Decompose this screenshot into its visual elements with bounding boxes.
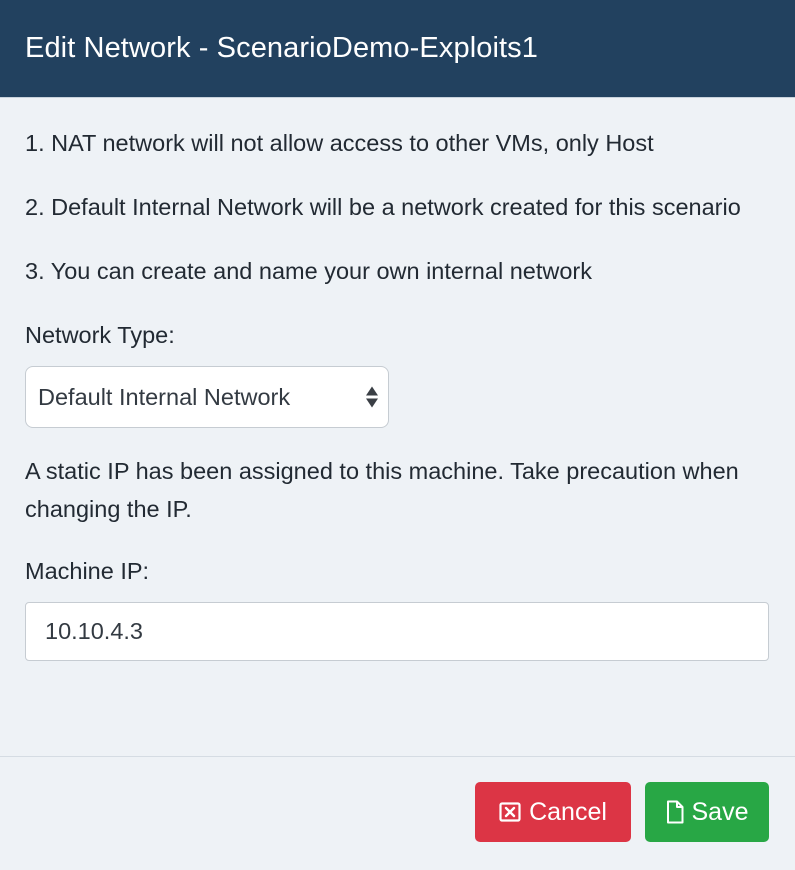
edit-network-modal: Edit Network - ScenarioDemo-Exploits1 1.… (0, 0, 795, 870)
modal-footer: Cancel Save (0, 756, 795, 870)
cancel-button[interactable]: Cancel (475, 782, 631, 842)
network-type-label: Network Type: (25, 322, 175, 348)
close-box-icon (499, 801, 521, 823)
save-button[interactable]: Save (645, 782, 769, 842)
default-internal-network-note: 2. Default Internal Network will be a ne… (25, 194, 741, 220)
network-type-select[interactable]: Default Internal Network (25, 366, 389, 428)
sort-arrows-icon (366, 386, 378, 408)
file-icon (666, 800, 684, 824)
modal-title: Edit Network - ScenarioDemo-Exploits1 (25, 32, 538, 64)
modal-header: Edit Network - ScenarioDemo-Exploits1 (0, 0, 795, 98)
cancel-button-label: Cancel (529, 797, 607, 826)
nat-network-note: 1. NAT network will not allow access to … (25, 130, 654, 156)
custom-network-note: 3. You can create and name your own inte… (25, 258, 592, 284)
modal-body: 1. NAT network will not allow access to … (0, 98, 795, 756)
static-ip-warning: A static IP has been assigned to this ma… (25, 458, 739, 522)
save-button-label: Save (691, 797, 749, 826)
network-type-selected-value: Default Internal Network (38, 383, 291, 410)
machine-ip-label: Machine IP: (25, 558, 150, 584)
machine-ip-input[interactable] (25, 602, 769, 661)
